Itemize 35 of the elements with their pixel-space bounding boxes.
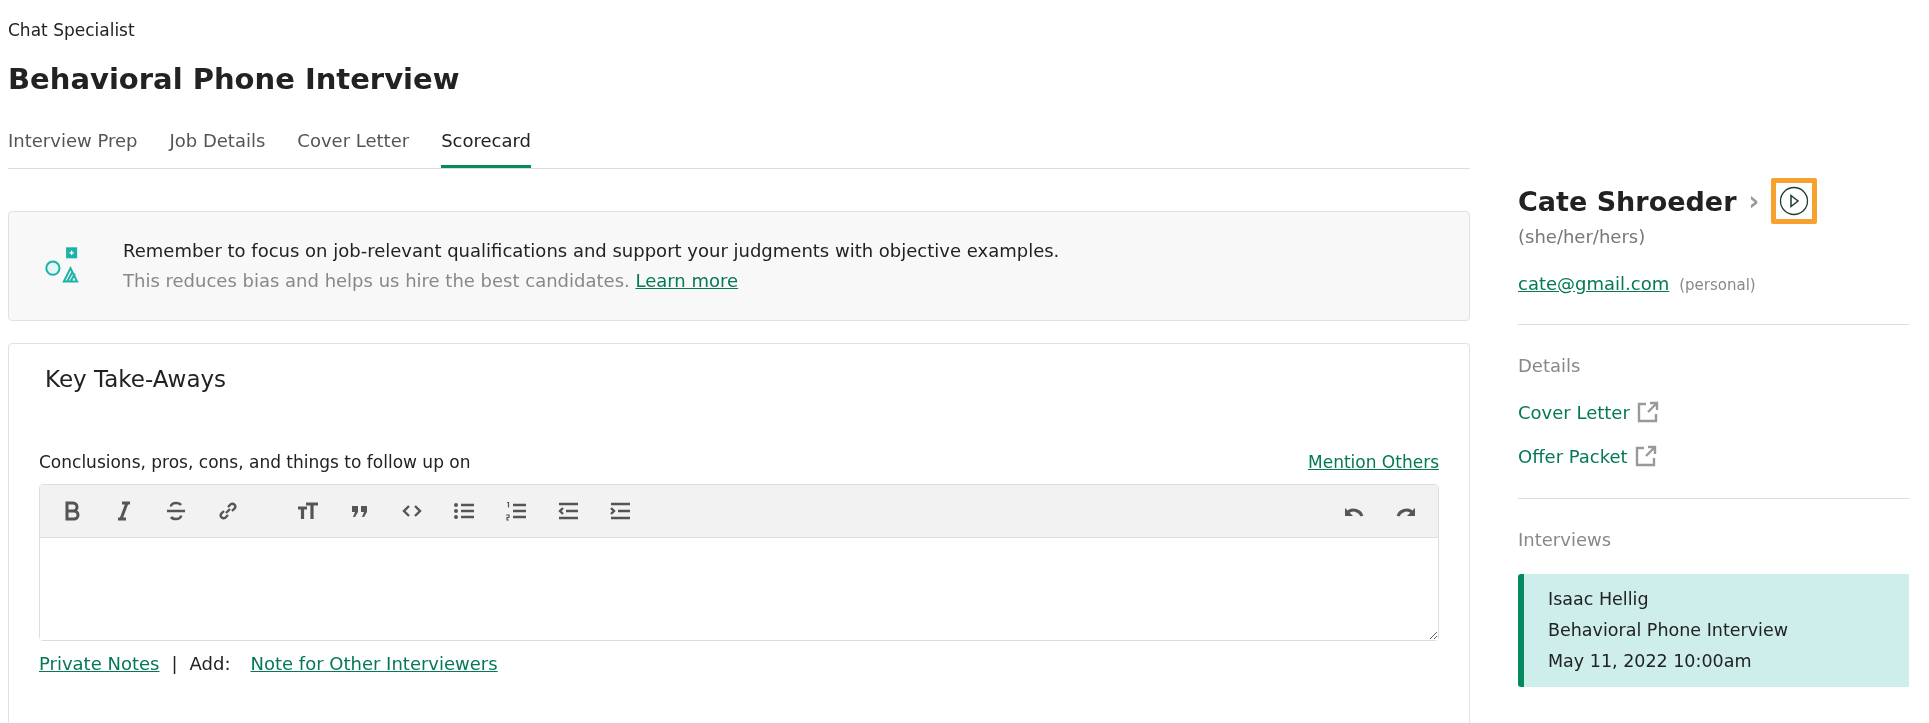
section-title: Key Take-Aways	[45, 366, 228, 392]
tab[interactable]: Interview Prep	[8, 122, 138, 168]
add-label: Add:	[189, 653, 231, 674]
private-notes-link[interactable]: Private Notes	[39, 653, 160, 674]
notice-message: Remember to focus on job-relevant qualifications and support your judgments with objective examples.	[123, 239, 1060, 263]
external-link-icon[interactable]	[1635, 400, 1660, 424]
interview-type: Behavioral Phone Interview	[1548, 619, 1789, 642]
play-button[interactable]	[1771, 178, 1818, 224]
document-link[interactable]: Offer Packet	[1518, 445, 1628, 467]
document-link[interactable]: Cover Letter	[1518, 401, 1630, 423]
tab[interactable]: Scorecard	[441, 122, 531, 168]
notice-detail: This reduces bias and helps us hire the best candidates.	[123, 270, 630, 291]
separator: |	[171, 653, 178, 674]
link-icon[interactable]	[216, 499, 240, 523]
email-link[interactable]: cate@gmail.com	[1518, 273, 1670, 294]
page-title: Behavioral Phone Interview	[8, 62, 461, 96]
note-for-interviewers-link[interactable]: Note for Other Interviewers	[250, 653, 498, 674]
external-link-icon[interactable]	[1633, 444, 1658, 468]
email-type: (personal)	[1679, 276, 1756, 294]
tab[interactable]: Cover Letter	[297, 122, 410, 168]
details-heading: Details	[1518, 355, 1582, 376]
chevron[interactable]: ›	[1748, 186, 1760, 216]
candidate-name: Cate Shroeder	[1518, 185, 1737, 217]
interview-card[interactable]: Isaac Hellig Behavioral Phone Interview May 11, 2022 10:00am	[1518, 574, 1909, 687]
field-prompt: Conclusions, pros, cons, and things to follow up on	[39, 452, 471, 472]
interviewer-name: Isaac Hellig	[1548, 588, 1650, 611]
tab[interactable]: Job Details	[169, 122, 266, 168]
interviews-heading: Interviews	[1518, 529, 1613, 550]
strikethrough-icon[interactable]	[164, 499, 188, 523]
numbered-list-icon[interactable]	[504, 499, 528, 523]
job-title: Chat Specialist	[8, 19, 136, 40]
pronouns: (she/her/hers)	[1518, 226, 1647, 247]
learn-more-link[interactable]: Learn more	[635, 270, 739, 291]
mention-others-link[interactable]: Mention Others	[1308, 452, 1439, 472]
interview-time: May 11, 2022 10:00am	[1548, 650, 1753, 673]
